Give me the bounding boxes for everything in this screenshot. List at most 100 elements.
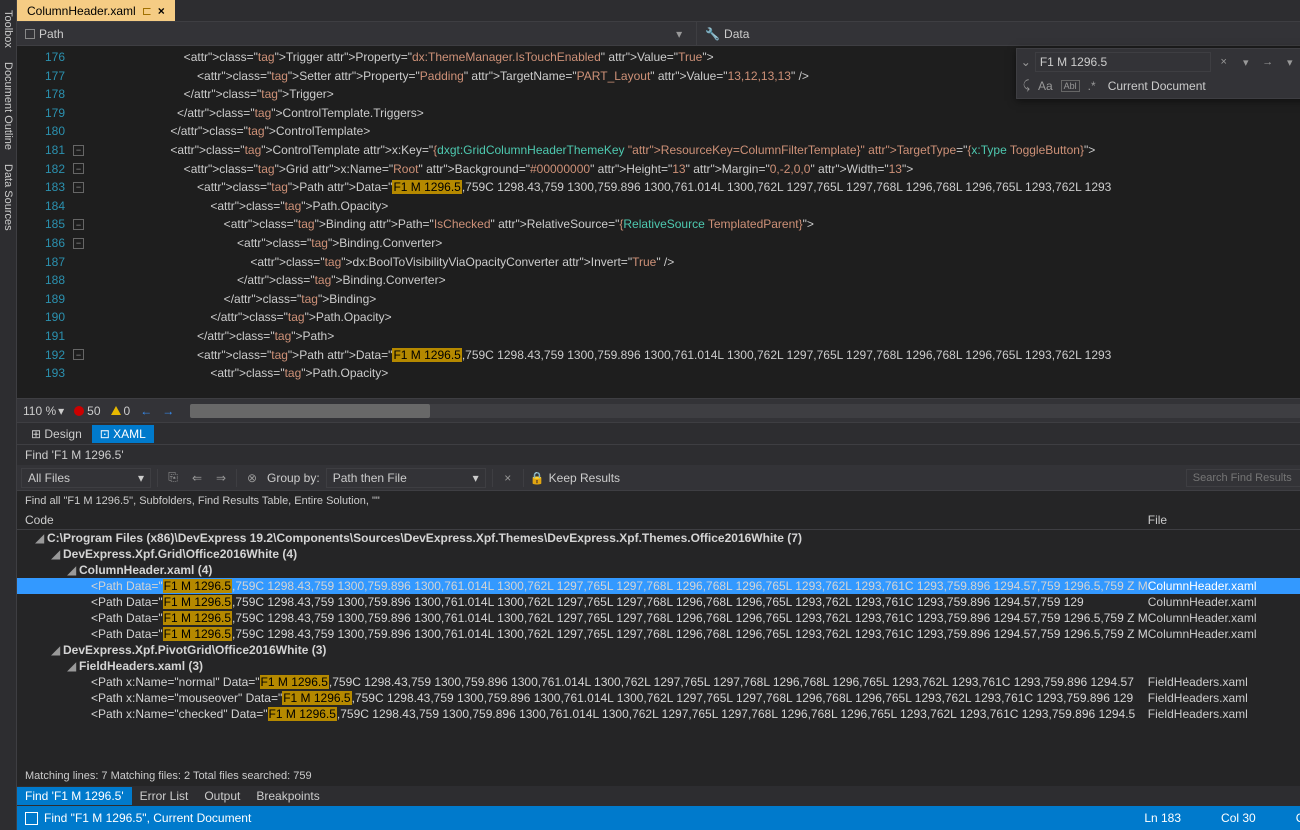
next-icon[interactable]: ⇒ bbox=[212, 469, 230, 487]
path-icon bbox=[25, 29, 35, 39]
chevron-down-icon[interactable]: ▾ bbox=[58, 404, 64, 418]
whole-word-icon[interactable]: Abl bbox=[1061, 80, 1080, 92]
chevron-down-icon: ▾ bbox=[473, 471, 479, 485]
find-results-title-bar: Find 'F1 M 1296.5' ▾ 📌 × bbox=[17, 445, 1300, 465]
find-result-row[interactable]: ◢DevExpress.Xpf.PivotGrid\Office2016Whit… bbox=[17, 642, 1300, 658]
error-count-value: 50 bbox=[87, 404, 100, 418]
status-bar: Find "F1 M 1296.5", Current Document Ln … bbox=[17, 806, 1300, 830]
bottom-tab[interactable]: Find 'F1 M 1296.5' bbox=[17, 787, 132, 805]
find-results-title: Find 'F1 M 1296.5' bbox=[25, 448, 124, 462]
sidebar-tab-toolbox[interactable]: Toolbox bbox=[0, 4, 16, 54]
warning-count[interactable]: 0 bbox=[111, 404, 131, 418]
warning-icon bbox=[111, 406, 121, 415]
tab-title: ColumnHeader.xaml bbox=[27, 4, 136, 18]
status-ch: Ch 30 bbox=[1296, 811, 1300, 825]
sidebar-tab-data-sources[interactable]: Data Sources bbox=[0, 158, 16, 237]
code-editor[interactable]: 1761771781791801811821831841851861871881… bbox=[17, 46, 1300, 398]
col-file[interactable]: File bbox=[1148, 513, 1298, 527]
col-code[interactable]: Code bbox=[25, 513, 1148, 527]
bottom-tabs: Find 'F1 M 1296.5'Error ListOutputBreakp… bbox=[17, 786, 1300, 806]
dropdown-icon[interactable]: ▾ bbox=[1281, 53, 1299, 71]
nav-fwd-icon[interactable]: → bbox=[162, 404, 174, 418]
scrollbar-thumb[interactable] bbox=[190, 404, 430, 418]
find-result-row[interactable]: ◢FieldHeaders.xaml (3) bbox=[17, 658, 1300, 674]
find-result-row[interactable]: <Path Data="F1 M 1296.5,759C 1298.43,759… bbox=[17, 626, 1300, 642]
fold-column: −−−−−− bbox=[71, 46, 157, 398]
main-area: ColumnHeader.xaml ⊏ × ▾ Path ▾ 🔧 Data ▾ … bbox=[17, 0, 1300, 830]
document-tab-bar: ColumnHeader.xaml ⊏ × ▾ bbox=[17, 0, 1300, 22]
lock-icon: 🔒 bbox=[530, 471, 545, 485]
xaml-tab[interactable]: ⊡ XAML bbox=[92, 425, 154, 443]
clear-icon[interactable]: ⊗ bbox=[243, 469, 261, 487]
status-line: Ln 183 bbox=[1144, 811, 1181, 825]
breadcrumb-bar: Path ▾ 🔧 Data ▾ ÷ bbox=[17, 22, 1300, 46]
zoom-dropdown[interactable]: 110 % ▾ bbox=[23, 404, 64, 418]
find-query-text: Find all "F1 M 1296.5", Subfolders, Find… bbox=[17, 491, 1300, 511]
breadcrumb-right-label: Data bbox=[724, 27, 749, 41]
keep-results-label: Keep Results bbox=[549, 471, 620, 485]
groupby-label: Group by: bbox=[267, 471, 320, 485]
breadcrumb-data[interactable]: 🔧 Data ▾ bbox=[697, 22, 1300, 45]
match-case-icon[interactable]: Aa bbox=[1038, 79, 1053, 93]
find-results-tree[interactable]: ◢C:\Program Files (x86)\DevExpress 19.2\… bbox=[17, 530, 1300, 766]
nav-back-icon[interactable]: ← bbox=[140, 404, 152, 418]
find-result-row[interactable]: ◢ColumnHeader.xaml (4) bbox=[17, 562, 1300, 578]
status-message: Find "F1 M 1296.5", Current Document bbox=[44, 811, 251, 825]
groupby-value: Path then File bbox=[333, 471, 407, 485]
find-result-row[interactable]: <Path Data="F1 M 1296.5,759C 1298.43,759… bbox=[17, 578, 1300, 594]
close-icon[interactable]: × bbox=[158, 4, 165, 18]
xaml-tab-label: XAML bbox=[113, 427, 146, 441]
chevron-down-icon[interactable]: ▾ bbox=[670, 27, 688, 41]
bottom-tab[interactable]: Output bbox=[196, 787, 248, 805]
left-sidebar: Toolbox Document Outline Data Sources bbox=[0, 0, 17, 830]
find-input[interactable] bbox=[1035, 52, 1211, 72]
search-find-results-input[interactable] bbox=[1186, 469, 1300, 487]
clear-icon[interactable]: × bbox=[1215, 53, 1233, 71]
chevron-down-icon: ▾ bbox=[138, 471, 144, 485]
find-scope-dropdown[interactable]: Current Document bbox=[1108, 79, 1206, 93]
regex-icon[interactable]: .* bbox=[1088, 79, 1096, 93]
breadcrumb-left-label: Path bbox=[39, 27, 64, 41]
bottom-tab[interactable]: Breakpoints bbox=[248, 787, 327, 805]
filter-value: All Files bbox=[28, 471, 70, 485]
find-result-row[interactable]: <Path x:Name="checked" Data="F1 M 1296.5… bbox=[17, 706, 1300, 722]
design-tab[interactable]: ⊞ Design bbox=[23, 425, 90, 443]
find-results-summary: Matching lines: 7 Matching files: 2 Tota… bbox=[17, 766, 1300, 786]
find-result-row[interactable]: <Path x:Name="mouseover" Data="F1 M 1296… bbox=[17, 690, 1300, 706]
designer-mode-bar: ⊞ Design ⊡ XAML bbox=[17, 422, 1300, 444]
prev-icon[interactable]: ⇐ bbox=[188, 469, 206, 487]
horizontal-scrollbar[interactable] bbox=[190, 404, 1300, 418]
breadcrumb-path[interactable]: Path ▾ bbox=[17, 22, 697, 45]
pin-icon[interactable]: ⊏ bbox=[142, 4, 152, 18]
error-icon bbox=[74, 406, 84, 416]
warning-count-value: 0 bbox=[124, 404, 131, 418]
sidebar-tab-document-outline[interactable]: Document Outline bbox=[0, 56, 16, 156]
groupby-dropdown[interactable]: Path then File ▾ bbox=[326, 468, 486, 488]
bottom-tab[interactable]: Error List bbox=[132, 787, 197, 805]
find-next-icon[interactable]: → bbox=[1259, 53, 1277, 71]
zoom-value: 110 % bbox=[23, 404, 56, 418]
find-results-header: Code File Line Col bbox=[17, 511, 1300, 530]
find-cursor-icon: ⤹ bbox=[1023, 78, 1030, 93]
copy-icon[interactable]: ⎘ bbox=[164, 469, 182, 487]
find-result-row[interactable]: <Path Data="F1 M 1296.5,759C 1298.43,759… bbox=[17, 610, 1300, 626]
find-result-row[interactable]: ◢C:\Program Files (x86)\DevExpress 19.2\… bbox=[17, 530, 1300, 546]
error-count[interactable]: 50 bbox=[74, 404, 100, 418]
document-tab-columnheader[interactable]: ColumnHeader.xaml ⊏ × bbox=[17, 0, 175, 21]
design-tab-label: Design bbox=[44, 427, 81, 441]
keep-results-toggle[interactable]: 🔒 Keep Results bbox=[530, 471, 620, 485]
line-gutter: 1761771781791801811821831841851861871881… bbox=[17, 46, 71, 398]
status-icon[interactable] bbox=[25, 812, 38, 825]
find-result-row[interactable]: <Path Data="F1 M 1296.5,759C 1298.43,759… bbox=[17, 594, 1300, 610]
delete-icon[interactable]: × bbox=[499, 469, 517, 487]
status-col: Col 30 bbox=[1221, 811, 1256, 825]
wrench-icon: 🔧 bbox=[705, 27, 720, 41]
find-result-row[interactable]: ◢DevExpress.Xpf.Grid\Office2016White (4) bbox=[17, 546, 1300, 562]
expand-find-icon[interactable]: ⌄ bbox=[1021, 55, 1031, 69]
find-panel: ⌄ × ▾ → ▾ × ⤹ Aa Abl .* Current Document… bbox=[1016, 48, 1300, 99]
filter-dropdown[interactable]: All Files ▾ bbox=[21, 468, 151, 488]
find-results-toolbar: All Files ▾ ⎘ ⇐ ⇒ ⊗ Group by: Path then F… bbox=[17, 465, 1300, 491]
find-result-row[interactable]: <Path x:Name="normal" Data="F1 M 1296.5,… bbox=[17, 674, 1300, 690]
find-results-panel: Find 'F1 M 1296.5' ▾ 📌 × All Files ▾ ⎘ ⇐ … bbox=[17, 444, 1300, 806]
dropdown-icon[interactable]: ▾ bbox=[1237, 53, 1255, 71]
